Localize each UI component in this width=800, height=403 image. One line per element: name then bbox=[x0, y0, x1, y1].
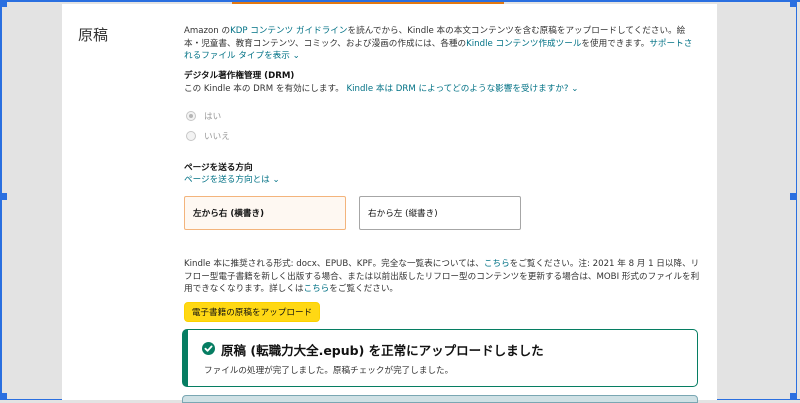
intro-text-3: を使用できます。 bbox=[581, 38, 650, 49]
intro-paragraph: Amazon のKDP コンテンツ ガイドラインを読んでから、Kindle 本の… bbox=[184, 25, 699, 63]
formats-text-1: Kindle 本に推奨される形式: docx、EPUB、KPF。完全な一覧表につ… bbox=[184, 259, 484, 269]
direction-left-to-right-button[interactable]: 左から右 (横書き) bbox=[184, 196, 346, 230]
drm-info-link[interactable]: Kindle 本は DRM によってどのような影響を受けますか? ⌄ bbox=[347, 84, 579, 94]
chevron-down-icon: ⌄ bbox=[272, 175, 280, 185]
manuscript-section: 原稿 Amazon のKDP コンテンツ ガイドラインを読んでから、Kindle… bbox=[62, 2, 717, 403]
resize-handle-bottom-left[interactable] bbox=[0, 393, 7, 400]
drm-heading: デジタル著作権管理 (DRM) bbox=[184, 71, 295, 81]
selection-frame-right bbox=[796, 0, 797, 400]
alert-title: 原稿 (転職力大全.epub) を正常にアップロードしました bbox=[221, 343, 544, 358]
intro-text-1: Amazon の bbox=[184, 26, 231, 36]
formats-text-3: をご覧ください。 bbox=[329, 284, 399, 294]
drm-info-label: Kindle 本は DRM によってどのような影響を受けますか? bbox=[346, 84, 569, 94]
drm-option-no[interactable]: いいえ bbox=[186, 130, 230, 142]
kdp-guidelines-link[interactable]: KDP コンテンツ ガイドライン bbox=[230, 26, 347, 36]
kindle-creation-tools-link[interactable]: Kindle コンテンツ作成ツール bbox=[466, 39, 581, 49]
resize-handle-middle-right[interactable] bbox=[790, 193, 797, 200]
resize-handle-top-right[interactable] bbox=[790, 0, 797, 7]
formats-list-link[interactable]: こちら bbox=[484, 259, 510, 269]
top-accent-bar bbox=[232, 2, 504, 4]
selection-frame-left bbox=[0, 0, 2, 400]
drm-option-yes-label: はい bbox=[204, 112, 222, 122]
chevron-down-icon: ⌄ bbox=[292, 51, 300, 61]
radio-unselected-icon[interactable] bbox=[186, 131, 196, 141]
mobi-details-link[interactable]: こちら bbox=[303, 284, 329, 294]
drm-option-yes[interactable]: はい bbox=[186, 110, 221, 122]
upload-success-alert: 原稿 (転職力大全.epub) を正常にアップロードしました ファイルの処理が完… bbox=[182, 329, 698, 387]
drm-option-no-label: いいえ bbox=[204, 132, 230, 142]
chevron-down-icon: ⌄ bbox=[571, 84, 579, 94]
direction-right-to-left-button[interactable]: 右から左 (縦書き) bbox=[359, 196, 521, 230]
alert-body: ファイルの処理が完了しました。原稿チェックが完了しました。 bbox=[204, 366, 454, 376]
next-section-box bbox=[182, 395, 698, 403]
drm-text: この Kindle 本の DRM を有効にします。 bbox=[184, 84, 344, 94]
drm-description: この Kindle 本の DRM を有効にします。 Kindle 本は DRM … bbox=[184, 82, 578, 94]
resize-handle-top-left[interactable] bbox=[0, 0, 7, 7]
resize-handle-bottom-right[interactable] bbox=[790, 393, 797, 400]
page-direction-info-label: ページを送る方向とは bbox=[184, 175, 270, 185]
radio-selected-icon[interactable] bbox=[186, 111, 196, 121]
page-direction-heading: ページを送る方向 bbox=[184, 163, 253, 173]
check-circle-icon bbox=[202, 342, 215, 355]
upload-manuscript-button[interactable]: 電子書籍の原稿をアップロード bbox=[184, 302, 320, 322]
page-direction-info-link[interactable]: ページを送る方向とは ⌄ bbox=[184, 173, 280, 185]
section-title: 原稿 bbox=[78, 26, 109, 44]
resize-handle-middle-left[interactable] bbox=[0, 193, 7, 200]
formats-paragraph: Kindle 本に推奨される形式: docx、EPUB、KPF。完全な一覧表につ… bbox=[184, 258, 704, 296]
